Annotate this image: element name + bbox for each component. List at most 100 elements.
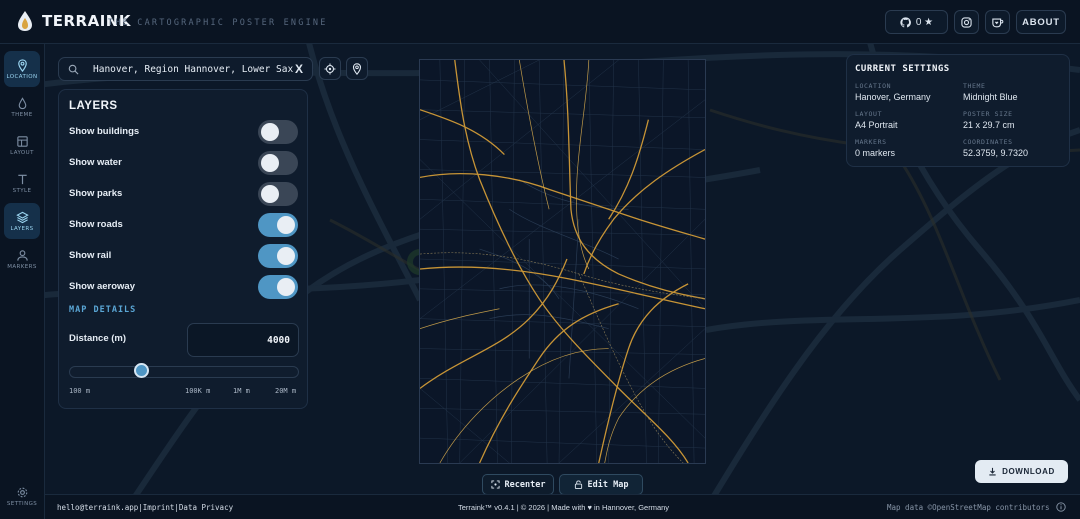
coordinates-value: 52.3759, 9.7320 (963, 148, 1029, 158)
toggle-row-rail: Show rail (69, 244, 299, 268)
github-star-count: 0 ★ (915, 16, 934, 28)
location-search[interactable]: X (58, 57, 313, 81)
instagram-icon (961, 16, 972, 28)
kofi-button[interactable] (985, 10, 1010, 34)
toggle-row-water: Show water (69, 151, 299, 175)
toggle-knob (277, 278, 295, 296)
location-pin-icon (17, 58, 27, 72)
sidebar-item-style[interactable]: STYLE (4, 165, 40, 201)
toggle-label: Show roads (69, 219, 123, 230)
privacy-link[interactable]: Data Privacy (179, 503, 233, 512)
instagram-button[interactable] (954, 10, 979, 34)
map-pin-icon (352, 62, 362, 75)
sidebar-item-label: SETTINGS (6, 500, 38, 507)
github-button[interactable]: 0 ★ (885, 10, 948, 34)
slider-tick-label: 20M m (275, 387, 297, 395)
sidebar-item-layout[interactable]: LAYOUT (4, 127, 40, 163)
theme-value: Midnight Blue (963, 92, 1018, 102)
sidebar-item-theme[interactable]: THEME (4, 89, 40, 125)
toggle-row-roads: Show roads (69, 213, 299, 237)
crosshair-icon (324, 63, 336, 74)
roads-toggle[interactable] (258, 213, 298, 237)
download-icon (989, 467, 996, 476)
toggle-row-parks: Show parks (69, 182, 299, 206)
recenter-icon (490, 480, 500, 489)
aeroway-toggle[interactable] (258, 275, 298, 299)
poster-map: · (420, 60, 705, 463)
download-button[interactable]: DOWNLOAD (975, 460, 1068, 483)
slider-tick-label: 100K m (185, 387, 211, 395)
toggle-label: Show buildings (69, 126, 140, 137)
distance-input[interactable]: 4000 (187, 323, 299, 357)
distance-value: 4000 (267, 335, 290, 346)
about-button[interactable]: ABOUT (1016, 10, 1066, 34)
layers-panel: LAYERS Show buildings Show water Show pa… (58, 89, 308, 409)
person-icon (16, 249, 28, 261)
footer: hello@terraink.app|Imprint|Data Privacy … (45, 494, 1080, 519)
layout-key: LAYOUT (855, 110, 883, 118)
buildings-toggle[interactable] (258, 120, 298, 144)
sidebar-item-markers[interactable]: MARKERS (4, 241, 40, 277)
toggle-knob (277, 247, 295, 265)
email-link[interactable]: hello@terraink.app (57, 503, 138, 512)
recenter-label: Recenter (504, 479, 546, 490)
sidebar-item-label: LAYOUT (10, 149, 34, 156)
map-attribution[interactable]: Map data ©OpenStreetMap contributors (887, 503, 1050, 512)
edit-map-label: Edit Map (587, 479, 629, 490)
info-icon[interactable] (1056, 502, 1066, 512)
current-settings-card: CURRENT SETTINGS LOCATION Hanover, Germa… (846, 54, 1070, 167)
github-icon (900, 16, 911, 27)
recenter-button[interactable]: Recenter (482, 474, 554, 495)
layers-icon (15, 211, 29, 223)
toggle-knob (277, 216, 295, 234)
rail-toggle[interactable] (258, 244, 298, 268)
water-toggle[interactable] (258, 151, 298, 175)
distance-label: Distance (m) (69, 333, 127, 344)
theme-key: THEME (963, 82, 986, 90)
location-value: Hanover, Germany (855, 92, 931, 102)
sidebar-item-location[interactable]: LOCATION (4, 51, 40, 87)
lock-icon (574, 480, 582, 489)
download-label: DOWNLOAD (1002, 467, 1055, 476)
toggle-row-aeroway: Show aeroway (69, 275, 299, 299)
poster-size-value: 21 x 29.7 cm (963, 120, 1015, 130)
toggle-knob (261, 154, 279, 172)
clear-search-button[interactable]: X (295, 62, 303, 76)
toggle-label: Show parks (69, 188, 123, 199)
slider-tick-label: 1M m (233, 387, 250, 395)
sidebar: LOCATION THEME LAYOUT STYLE LAYERS MARKE… (0, 44, 45, 519)
poster-size-key: POSTER SIZE (963, 110, 1013, 118)
toggle-label: Show aeroway (69, 281, 135, 292)
poster-preview[interactable]: · (419, 59, 706, 464)
sidebar-item-label: LOCATION (6, 73, 38, 80)
location-key: LOCATION (855, 82, 892, 90)
search-icon (68, 64, 79, 75)
terraink-logo-icon (18, 11, 32, 31)
use-my-location-button[interactable] (319, 57, 341, 80)
distance-slider-thumb[interactable] (133, 363, 149, 378)
toggle-knob (261, 185, 279, 203)
drop-pin-button[interactable] (346, 57, 368, 80)
text-icon (17, 174, 27, 184)
edit-map-button[interactable]: Edit Map (559, 474, 643, 495)
imprint-link[interactable]: Imprint (143, 503, 175, 512)
sidebar-item-label: THEME (11, 111, 33, 118)
brand-tagline: THE CARTOGRAPHIC POSTER ENGINE (108, 18, 328, 28)
toggle-label: Show water (69, 157, 122, 168)
settings-title: CURRENT SETTINGS (855, 64, 950, 74)
sidebar-item-settings[interactable]: SETTINGS (4, 478, 40, 514)
distance-slider-track[interactable] (69, 366, 299, 378)
sidebar-item-layers[interactable]: LAYERS (4, 203, 40, 239)
poster-attribution: · (685, 453, 686, 457)
layout-value: A4 Portrait (855, 120, 898, 130)
gear-icon (17, 487, 27, 497)
search-input[interactable] (93, 61, 293, 78)
kofi-cup-icon (991, 18, 1003, 27)
toggle-label: Show rail (69, 250, 112, 261)
coordinates-key: COORDINATES (963, 138, 1013, 146)
sidebar-item-label: STYLE (12, 187, 32, 194)
map-details-heading: MAP DETAILS (69, 305, 137, 315)
toggle-row-buildings: Show buildings (69, 120, 299, 144)
markers-key: MARKERS (855, 138, 887, 146)
parks-toggle[interactable] (258, 182, 298, 206)
